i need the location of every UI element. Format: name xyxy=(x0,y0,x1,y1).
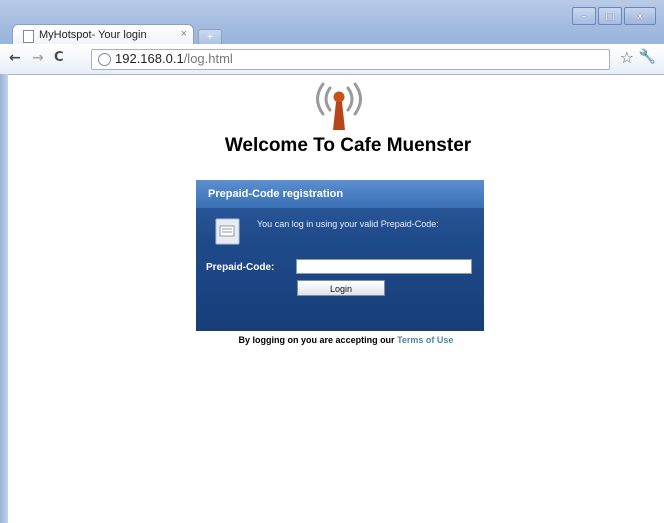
login-panel: Prepaid-Code registration You can log in… xyxy=(196,180,484,331)
terms-prefix: By logging on you are accepting our xyxy=(238,335,395,345)
tab-title: MyHotspot- Your login xyxy=(39,29,147,41)
globe-icon xyxy=(98,53,111,66)
panel-title: Prepaid-Code registration xyxy=(208,188,344,200)
url-path: /log.html xyxy=(183,51,233,66)
address-bar[interactable]: 192.168.0.1/log.html xyxy=(91,49,610,70)
window-titlebar: – □ x MyHotspot- Your login × + xyxy=(0,0,664,47)
tab-close-icon[interactable]: × xyxy=(181,28,187,40)
terms-of-use-link[interactable]: Terms of Use xyxy=(397,335,453,345)
url-host: 192.168.0.1 xyxy=(115,51,184,66)
wrench-icon[interactable]: 🔧 xyxy=(639,49,656,65)
maximize-button[interactable]: □ xyxy=(598,7,622,25)
page-icon xyxy=(23,30,34,43)
forward-arrow-icon[interactable]: → xyxy=(32,50,44,66)
panel-header: Prepaid-Code registration xyxy=(196,180,484,208)
info-text: You can log in using your valid Prepaid-… xyxy=(257,219,439,229)
window-controls: – □ x xyxy=(572,7,656,25)
back-arrow-icon[interactable]: ← xyxy=(9,50,21,66)
terms-notice: By logging on you are accepting our Term… xyxy=(14,335,664,345)
antenna-logo-icon xyxy=(316,82,362,130)
url-text: 192.168.0.1/log.html xyxy=(115,51,233,66)
page-title: Welcome To Cafe Muenster xyxy=(224,135,472,156)
bookmark-star-icon[interactable]: ☆ xyxy=(620,48,634,67)
prepaid-code-label: Prepaid-Code: xyxy=(206,262,275,273)
minimize-button[interactable]: – xyxy=(572,7,596,25)
new-tab-button[interactable]: + xyxy=(198,29,222,45)
browser-toolbar: ← → C 192.168.0.1/log.html ☆ 🔧 xyxy=(0,44,664,75)
document-icon xyxy=(215,218,240,245)
login-button[interactable]: Login xyxy=(297,280,385,296)
prepaid-code-input[interactable] xyxy=(296,259,472,274)
close-window-button[interactable]: x xyxy=(624,7,656,25)
reload-icon[interactable]: C xyxy=(54,50,64,65)
window-left-border xyxy=(0,74,8,523)
